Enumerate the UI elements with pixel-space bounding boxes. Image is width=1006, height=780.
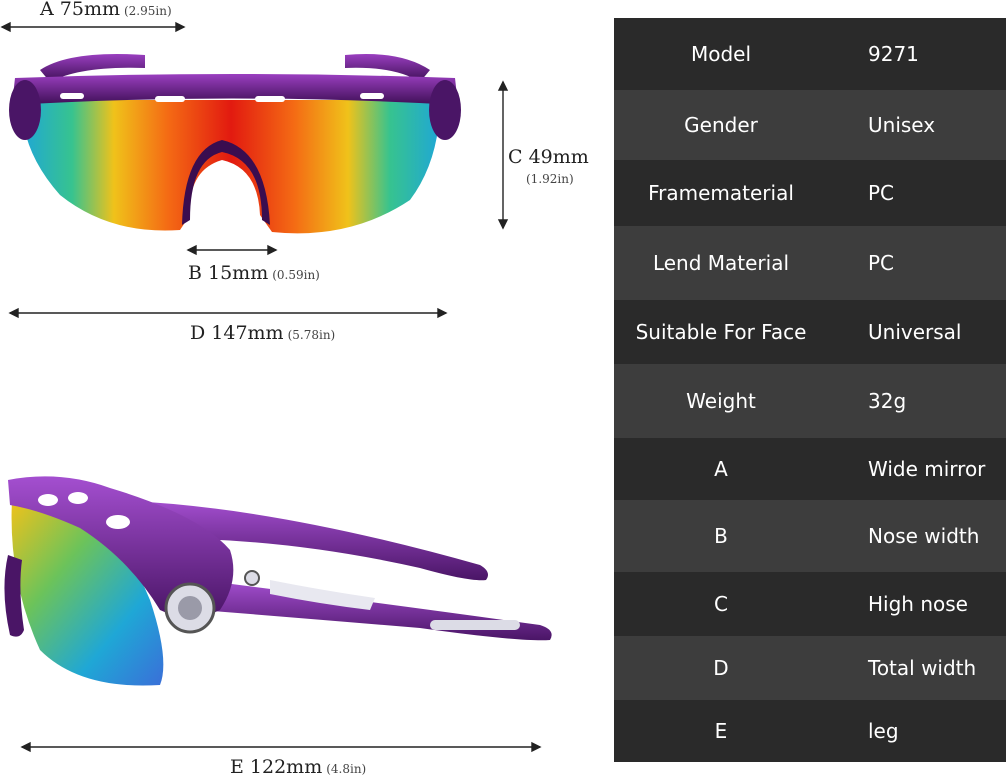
spec-key: D [713,656,729,680]
spec-key: Lend Material [652,251,790,275]
dimension-b-label: B 15mm (0.59in) [188,262,320,284]
spec-row: A Wide mirror [614,438,1006,500]
spec-row: Gender Unisex [614,90,1006,160]
spec-value: Nose width [868,524,980,548]
spec-row: D Total width [614,636,1006,700]
spec-key: Suitable For Face [635,320,807,344]
spec-value: Universal [868,320,962,344]
spec-row: B Nose width [614,500,1006,572]
spec-row: E leg [614,700,1006,762]
spec-value: Wide mirror [868,457,986,481]
spec-key: C [714,592,728,616]
spec-value: High nose [868,592,968,616]
spec-key: Gender [684,113,758,137]
spec-key: E [714,719,728,743]
spec-row: Suitable For Face Universal [614,300,1006,364]
spec-value: Total width [868,656,977,680]
spec-row: Weight 32g [614,364,1006,438]
spec-key: Model [690,42,752,66]
dimension-a-label: A 75mm (2.95in) [40,0,172,20]
spec-key: Framematerial [648,181,794,205]
spec-value: 32g [868,389,907,413]
spec-value: PC [868,251,895,275]
spec-row: C High nose [614,572,1006,636]
spec-row: Model 9271 [614,18,1006,90]
spec-row: Lend Material PC [614,226,1006,300]
dimension-d-label: D 147mm (5.78in) [190,322,336,344]
spec-value: leg [868,719,899,743]
spec-value: Unisex [868,113,936,137]
spec-key: Weight [686,389,756,413]
spec-table: Model 9271 Gender Unisex Framematerial P… [614,18,1006,762]
dimension-e-label: E 122mm (4.8in) [230,756,367,778]
spec-key: B [714,524,728,548]
spec-value: 9271 [868,42,919,66]
spec-value: PC [868,181,895,205]
spec-key: A [714,457,728,481]
spec-row: Framematerial PC [614,160,1006,226]
side-glasses-image [4,476,552,686]
dimension-c-label: C 49mm (1.92in) [508,146,589,186]
